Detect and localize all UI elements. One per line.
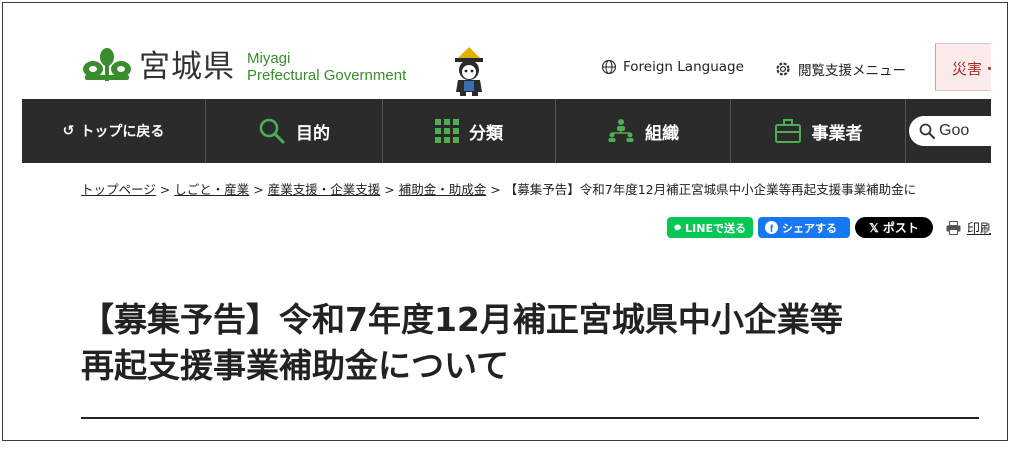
breadcrumb: トップページ > しごと・産業 > 産業支援・企業支援 > 補助金・助成金 > 【募集予告】令和… bbox=[81, 179, 916, 198]
print-label: 印刷 bbox=[967, 222, 991, 237]
logo-english: Miyagi Prefectural Government bbox=[247, 50, 406, 84]
breadcrumb-link-work[interactable]: しごと・産業 bbox=[174, 182, 249, 197]
search-icon bbox=[919, 123, 935, 139]
site-search[interactable] bbox=[909, 116, 991, 146]
search-input[interactable] bbox=[939, 122, 989, 140]
breadcrumb-separator: > bbox=[159, 182, 171, 197]
global-nav: ↺ トップに戻る 目的 分類 組織 事業者 bbox=[22, 99, 991, 163]
breadcrumb-separator: > bbox=[253, 182, 264, 197]
breadcrumb-current: 【募集予告】令和7年度12月補正宮城県中小企業等再起支援事業補助金に bbox=[504, 182, 917, 197]
accessibility-menu-label: 閲覧支援メニュー bbox=[798, 63, 906, 79]
nav-purpose-label: 目的 bbox=[296, 123, 330, 144]
nav-home-label: トップに戻る bbox=[80, 124, 165, 140]
site-logo[interactable]: 宮城県 Miyagi Prefectural Government bbox=[79, 45, 406, 89]
page-title-line1: 【募集予告】令和7年度12月補正宮城県中小企業等 bbox=[81, 300, 843, 339]
print-link[interactable]: 印刷 bbox=[946, 218, 991, 237]
breadcrumb-separator: > bbox=[490, 182, 501, 197]
page-title-line2: 再起支援事業補助金について bbox=[81, 346, 510, 385]
nav-organization[interactable]: 組織 bbox=[556, 99, 730, 163]
breadcrumb-link-subsidy[interactable]: 補助金・助成金 bbox=[399, 182, 487, 197]
globe-icon bbox=[601, 59, 617, 75]
breadcrumb-link-support[interactable]: 産業支援・企業支援 bbox=[268, 182, 381, 197]
logo-en-line2: Prefectural Government bbox=[247, 67, 407, 84]
x-post-label: ポスト bbox=[882, 221, 919, 235]
line-icon bbox=[674, 224, 681, 231]
line-share-button[interactable]: LINEで送る bbox=[667, 217, 753, 238]
page-content: 宮城県 Miyagi Prefectural Government Foreig… bbox=[3, 3, 991, 440]
browser-viewport: 宮城県 Miyagi Prefectural Government Foreig… bbox=[2, 2, 1008, 441]
nav-home[interactable]: ↺ トップに戻る bbox=[22, 99, 205, 163]
nav-business-label: 事業者 bbox=[811, 123, 863, 144]
title-underline bbox=[81, 417, 979, 419]
accessibility-menu-button[interactable]: 閲覧支援メニュー bbox=[774, 59, 906, 79]
gear-icon bbox=[776, 62, 790, 76]
x-post-button[interactable]: 𝕏 ポスト bbox=[855, 217, 933, 238]
magnifier-icon bbox=[259, 118, 285, 144]
mascot-image bbox=[455, 47, 483, 96]
x-logo-icon: 𝕏 bbox=[869, 220, 879, 235]
logo-en-line1: Miyagi bbox=[247, 50, 291, 67]
nav-category-label: 分類 bbox=[469, 123, 503, 144]
line-share-label: LINEで送る bbox=[685, 221, 746, 235]
facebook-share-button[interactable]: f シェアする bbox=[758, 217, 850, 238]
org-chart-icon bbox=[608, 119, 634, 142]
breadcrumb-separator: > bbox=[384, 182, 395, 197]
nav-organization-label: 組織 bbox=[645, 123, 679, 144]
grid-icon bbox=[435, 119, 459, 143]
return-arrow-icon: ↺ bbox=[62, 123, 75, 139]
facebook-share-label: シェアする bbox=[782, 221, 837, 235]
miyagi-emblem-icon bbox=[83, 48, 131, 81]
page-title: 【募集予告】令和7年度12月補正宮城県中小企業等 再起支援事業補助金について bbox=[81, 297, 961, 389]
breadcrumb-link-top[interactable]: トップページ bbox=[81, 182, 156, 197]
briefcase-icon bbox=[774, 119, 801, 143]
foreign-language-label: Foreign Language bbox=[623, 59, 744, 75]
facebook-icon: f bbox=[765, 221, 778, 234]
nav-category[interactable]: 分類 bbox=[383, 99, 555, 163]
logo-kanji: 宮城県 bbox=[139, 48, 235, 85]
foreign-language-link[interactable]: Foreign Language bbox=[601, 59, 744, 75]
disaster-label: 災害・ bbox=[952, 60, 991, 78]
printer-icon bbox=[946, 220, 961, 235]
nav-purpose[interactable]: 目的 bbox=[206, 99, 382, 163]
nav-divider bbox=[905, 99, 906, 163]
scrollbar[interactable] bbox=[992, 3, 1007, 440]
disaster-info-button[interactable]: 災害・ bbox=[935, 43, 991, 91]
nav-business[interactable]: 事業者 bbox=[731, 99, 905, 163]
